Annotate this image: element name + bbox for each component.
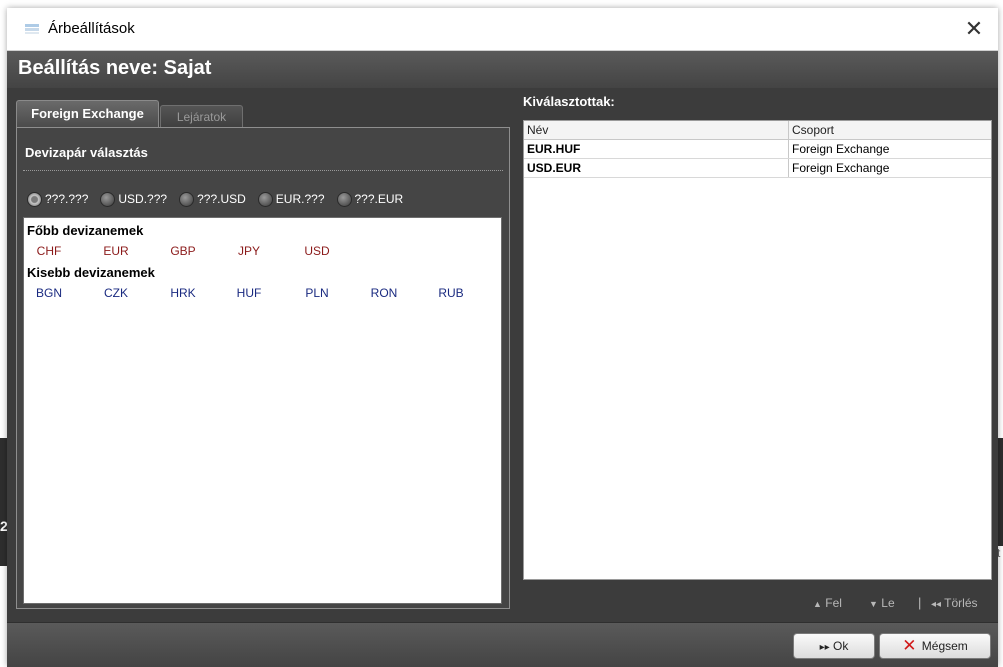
currency-chf[interactable]: CHF — [24, 244, 74, 258]
move-down-label: Le — [881, 596, 895, 610]
major-currencies-title: Főbb devizanemek — [27, 223, 144, 238]
radio-unselected-icon — [179, 191, 195, 207]
radio-label: ???.USD — [197, 192, 246, 206]
minor-currency-row: BGN CZK HRK HUF PLN RON RUB — [24, 286, 494, 302]
ok-button[interactable]: ▸▸ Ok — [793, 633, 875, 659]
action-separator: | — [918, 595, 922, 610]
selected-pairs-table: Név Csoport EUR.HUF Foreign Exchange USD… — [523, 120, 992, 580]
window-title: Árbeállítások — [48, 20, 135, 37]
settings-dialog: Árbeállítások ✕ Beállítás neve: Sajat Fo… — [7, 8, 998, 667]
background-window-edge-right — [998, 438, 1003, 546]
radio-unselected-icon — [100, 191, 116, 207]
header-band: Beállítás neve: Sajat — [7, 51, 998, 88]
currency-czk[interactable]: CZK — [91, 286, 141, 300]
radio-option-eur-any[interactable]: EUR.??? — [257, 191, 325, 207]
selected-list-title: Kiválasztottak: — [523, 94, 615, 109]
table-header: Név Csoport — [524, 121, 991, 140]
currency-usd[interactable]: USD — [292, 244, 342, 258]
ok-label: Ok — [833, 639, 849, 653]
app-icon — [25, 24, 39, 34]
row-name: USD.EUR — [527, 161, 582, 175]
currency-gbp[interactable]: GBP — [158, 244, 208, 258]
move-up-button[interactable]: ▲ Fel — [813, 596, 842, 610]
forward-icon: ▸▸ — [819, 642, 830, 653]
radio-label: ???.??? — [45, 192, 89, 206]
tab-lejaratok[interactable]: Lejáratok — [160, 105, 243, 128]
table-row[interactable]: USD.EUR Foreign Exchange — [524, 159, 991, 178]
radio-option-any-eur[interactable]: ???.EUR — [336, 191, 404, 207]
cancel-button[interactable]: ✕ Mégsem — [879, 633, 991, 659]
radio-option-any-usd[interactable]: ???.USD — [179, 191, 246, 207]
setting-name-title: Beállítás neve: Sajat — [18, 57, 212, 79]
button-bar: ▸▸ Ok ✕ Mégsem — [7, 622, 998, 667]
row-group: Foreign Exchange — [788, 140, 991, 158]
radio-label: ???.EUR — [354, 192, 404, 206]
radio-label: EUR.??? — [275, 192, 325, 206]
delete-button[interactable]: ◂◂ Törlés — [931, 596, 978, 610]
pair-selection-title: Devizapár választás — [25, 145, 148, 160]
arrow-up-icon: ▲ — [813, 599, 822, 609]
currency-bgn[interactable]: BGN — [24, 286, 74, 300]
currency-rub[interactable]: RUB — [426, 286, 476, 300]
row-group: Foreign Exchange — [788, 159, 991, 177]
cancel-label: Mégsem — [921, 639, 968, 653]
currency-list: Főbb devizanemek CHF EUR GBP JPY USD Kis… — [23, 217, 502, 604]
column-header-name[interactable]: Név — [524, 121, 788, 139]
radio-unselected-icon — [336, 191, 352, 207]
currency-hrk[interactable]: HRK — [158, 286, 208, 300]
move-down-button[interactable]: ▼ Le — [869, 596, 895, 610]
minor-currencies-title: Kisebb devizanemek — [27, 265, 155, 280]
currency-ron[interactable]: RON — [359, 286, 409, 300]
currency-eur[interactable]: EUR — [91, 244, 141, 258]
foreign-exchange-panel: Devizapár választás ???.??? USD.??? ???.… — [16, 127, 510, 609]
delete-label: Törlés — [944, 596, 978, 610]
background-window-edge-left — [0, 438, 7, 566]
radio-selected-icon — [27, 191, 42, 207]
radio-option-any-any[interactable]: ???.??? — [27, 191, 89, 207]
column-header-group[interactable]: Csoport — [788, 121, 991, 139]
rewind-icon: ◂◂ — [931, 599, 942, 610]
row-name: EUR.HUF — [527, 142, 581, 156]
arrow-down-icon: ▼ — [869, 599, 878, 609]
close-button[interactable]: ✕ — [958, 14, 990, 44]
major-currency-row: CHF EUR GBP JPY USD — [24, 244, 494, 260]
move-up-label: Fel — [825, 596, 842, 610]
table-row[interactable]: EUR.HUF Foreign Exchange — [524, 140, 991, 159]
dotted-divider — [23, 170, 503, 171]
cancel-x-icon: ✕ — [902, 636, 917, 655]
title-bar: Árbeállítások ✕ — [7, 8, 998, 51]
pair-filter-radio-group: ???.??? USD.??? ???.USD EUR.??? ???.EUR — [27, 189, 507, 209]
currency-pln[interactable]: PLN — [292, 286, 342, 300]
currency-jpy[interactable]: JPY — [224, 244, 274, 258]
radio-label: USD.??? — [118, 192, 168, 206]
currency-huf[interactable]: HUF — [224, 286, 274, 300]
radio-unselected-icon — [257, 191, 273, 207]
tab-foreign-exchange[interactable]: Foreign Exchange — [16, 100, 159, 128]
radio-option-usd-any[interactable]: USD.??? — [100, 191, 168, 207]
